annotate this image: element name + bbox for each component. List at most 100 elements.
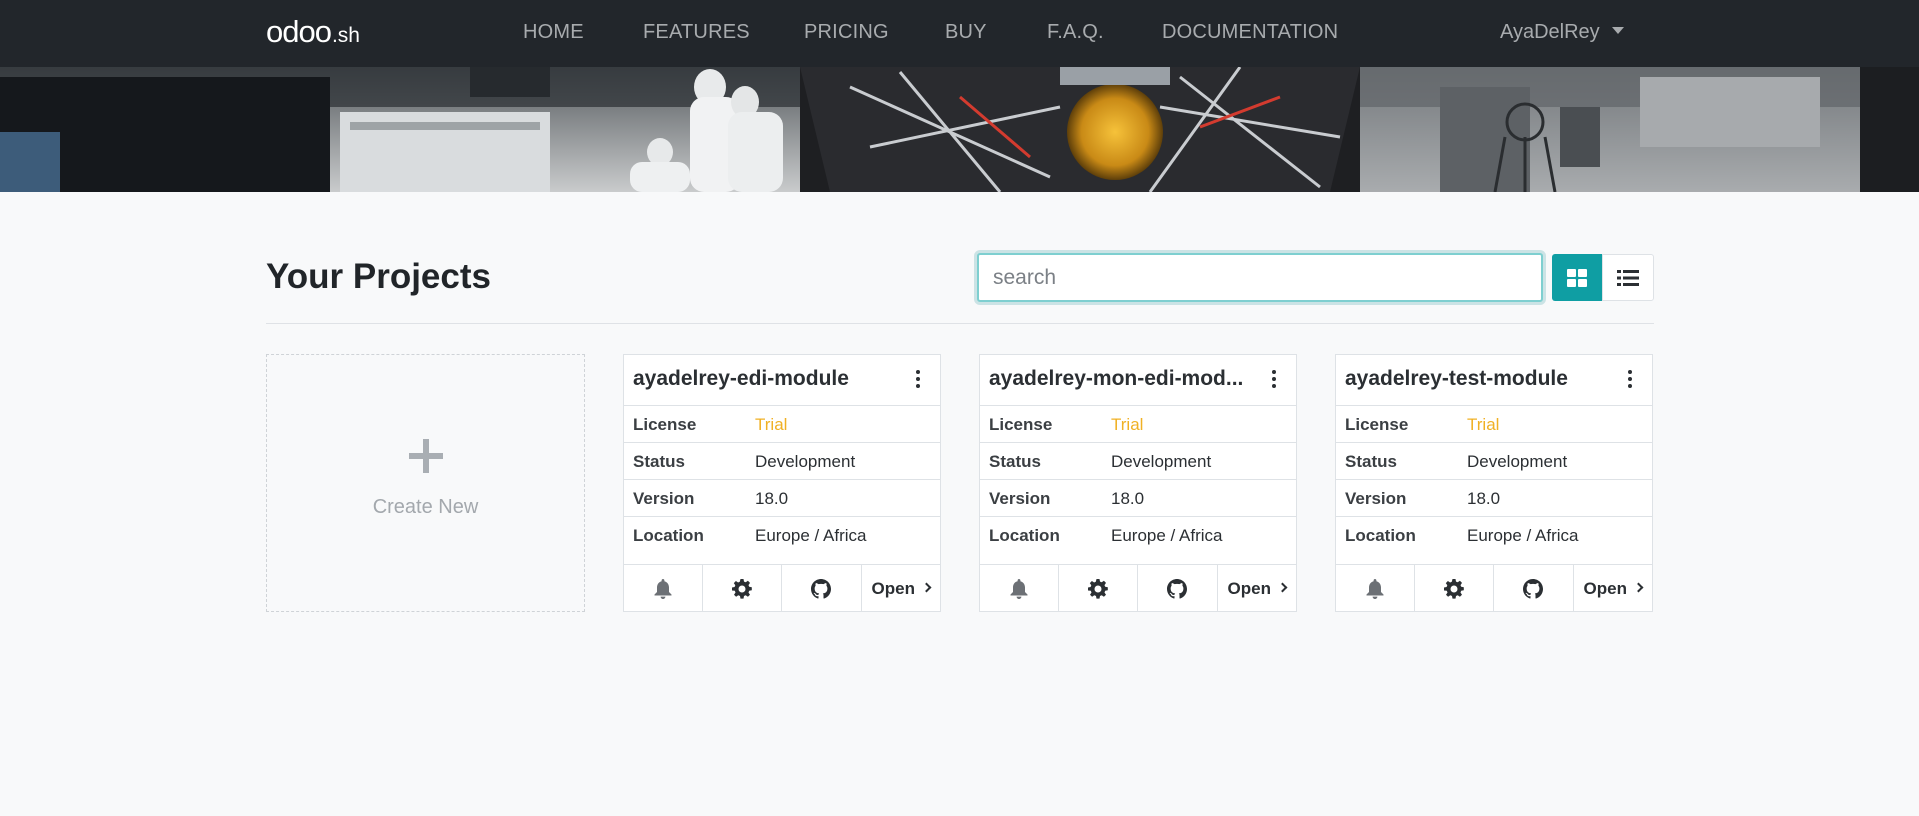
nav-pricing[interactable]: PRICING [804,0,889,64]
chevron-right-icon [921,582,932,593]
project-row-version: Version 18.0 [980,480,1296,517]
nav-features[interactable]: FEATURES [643,0,750,64]
version-value: 18.0 [755,489,789,508]
github-icon [811,578,832,599]
top-navbar: odoo .sh HOME FEATURES PRICING BUY F.A.Q.… [0,0,1919,67]
project-card-header: ayadelrey-edi-module [624,355,940,406]
version-value: 18.0 [1467,489,1501,508]
settings-button[interactable] [703,565,782,612]
project-name[interactable]: ayadelrey-mon-edi-mod... [989,367,1243,391]
project-row-version: Version 18.0 [1336,480,1652,517]
project-row-location: Location Europe / Africa [624,517,940,565]
bell-icon [654,578,672,599]
notifications-button[interactable] [624,565,703,612]
row-label: Version [633,489,695,508]
settings-button[interactable] [1415,565,1494,612]
grid-view-button[interactable] [1552,254,1602,301]
project-row-location: Location Europe / Africa [980,517,1296,565]
row-label: Status [989,452,1041,471]
banner-image [0,67,1919,192]
row-label: Version [989,489,1051,508]
user-name: AyaDelRey [1500,21,1600,43]
notifications-button[interactable] [1336,565,1415,612]
project-row-status: Status Development [624,443,940,480]
project-card-actions: Open [1336,565,1652,612]
row-label: License [989,415,1053,434]
header-divider [266,323,1654,324]
location-value: Europe / Africa [1467,526,1579,545]
open-label: Open [1583,578,1627,598]
location-value: Europe / Africa [1111,526,1223,545]
github-icon [1523,578,1544,599]
chevron-right-icon [1277,582,1288,593]
notifications-button[interactable] [980,565,1059,612]
project-card: ayadelrey-mon-edi-mod... License Trial St… [979,354,1297,612]
page-title: Your Projects [266,257,491,296]
search-input[interactable] [977,253,1543,302]
list-view-icon [1617,269,1639,286]
open-label: Open [871,578,915,598]
kebab-menu-icon[interactable] [1272,370,1276,388]
nav-buy[interactable]: BUY [945,0,987,64]
hero-banner [0,67,1919,192]
chevron-right-icon [1633,582,1644,593]
location-value: Europe / Africa [755,526,867,545]
project-card: ayadelrey-test-module License Trial Statu… [1335,354,1653,612]
github-button[interactable] [1138,565,1218,612]
project-card-header: ayadelrey-mon-edi-mod... [980,355,1296,406]
license-value: Trial [1467,415,1500,434]
open-project-button[interactable]: Open [1574,565,1653,612]
create-new-label: Create New [372,496,479,518]
bell-icon [1366,578,1384,599]
row-label: License [1345,415,1409,434]
project-row-license: License Trial [980,406,1296,443]
bell-icon [1010,578,1028,599]
row-label: Status [1345,452,1397,471]
logo-suffix: .sh [331,24,360,47]
project-name[interactable]: ayadelrey-test-module [1345,367,1568,391]
grid-view-icon [1567,268,1587,287]
license-value: Trial [755,415,788,434]
project-card-header: ayadelrey-test-module [1336,355,1652,406]
project-row-status: Status Development [980,443,1296,480]
gear-icon [1087,578,1108,599]
status-value: Development [1111,452,1212,471]
row-label: License [633,415,697,434]
nav-faq[interactable]: F.A.Q. [1047,0,1104,64]
open-label: Open [1227,578,1271,598]
project-row-license: License Trial [1336,406,1652,443]
nav-documentation[interactable]: DOCUMENTATION [1162,0,1338,64]
gear-icon [731,578,752,599]
list-view-button[interactable] [1602,254,1654,301]
plus-icon [267,439,584,478]
project-row-version: Version 18.0 [624,480,940,517]
user-menu[interactable]: AyaDelRey [1500,0,1624,64]
kebab-menu-icon[interactable] [916,370,920,388]
project-card: ayadelrey-edi-module License Trial Status… [623,354,941,612]
github-icon [1167,578,1188,599]
github-button[interactable] [1494,565,1574,612]
nav-home[interactable]: HOME [523,0,584,64]
project-row-location: Location Europe / Africa [1336,517,1652,565]
logo-text: odoo [266,14,332,49]
row-label: Location [633,526,704,545]
row-label: Version [1345,489,1407,508]
github-button[interactable] [782,565,862,612]
kebab-menu-icon[interactable] [1628,370,1632,388]
project-name[interactable]: ayadelrey-edi-module [633,367,849,391]
row-label: Status [633,452,685,471]
create-new-project-card[interactable] [266,354,585,612]
settings-button[interactable] [1059,565,1138,612]
open-project-button[interactable]: Open [1218,565,1297,612]
project-row-license: License Trial [624,406,940,443]
license-value: Trial [1111,415,1144,434]
odoo-sh-logo[interactable]: odoo .sh [266,14,360,50]
row-label: Location [989,526,1060,545]
status-value: Development [755,452,856,471]
gear-icon [1443,578,1464,599]
project-card-actions: Open [624,565,940,612]
project-row-status: Status Development [1336,443,1652,480]
open-project-button[interactable]: Open [862,565,941,612]
version-value: 18.0 [1111,489,1145,508]
caret-down-icon [1611,27,1624,35]
